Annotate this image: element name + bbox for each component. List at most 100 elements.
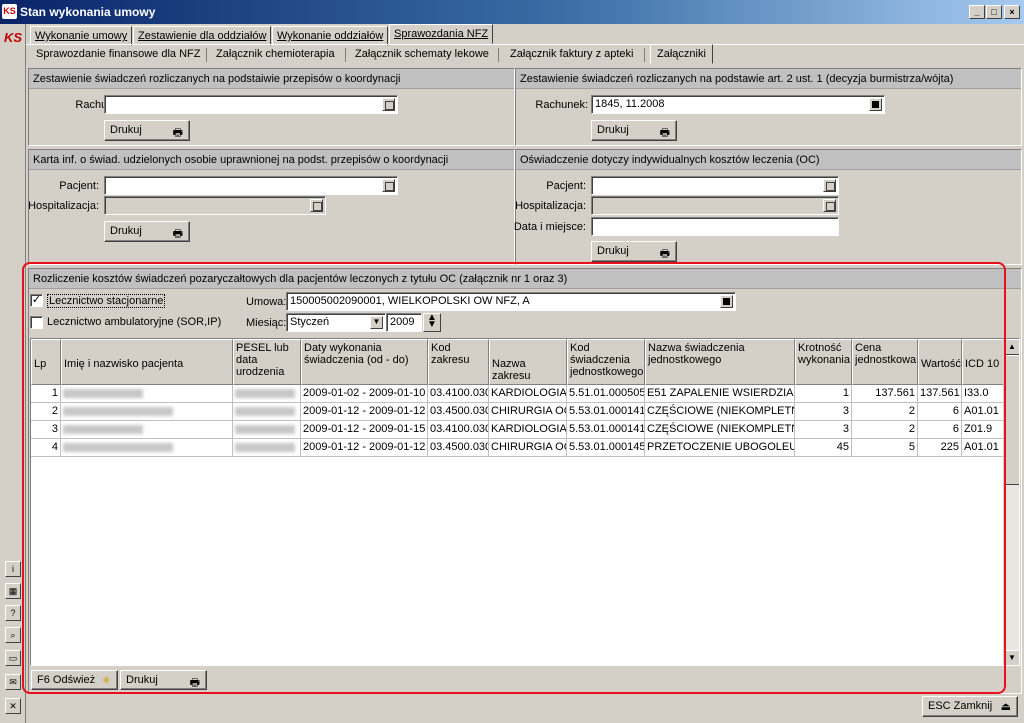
table-cell[interactable]: 5.51.01.000505	[567, 385, 645, 403]
table-cell[interactable]: 5.53.01.000141	[567, 421, 645, 439]
scroll-down-icon[interactable]: ▼	[1004, 650, 1019, 665]
table-cell[interactable]: A01.01	[962, 403, 1005, 421]
subtab-schematy-lekowe[interactable]: Załącznik schematy lekowe	[349, 45, 495, 65]
table-cell[interactable]: E51 ZAPALENIE WSIERDZIA	[645, 385, 795, 403]
table-cell[interactable]: 6	[918, 403, 962, 421]
table-cell[interactable]	[233, 385, 301, 403]
mail-icon[interactable]: ✉	[5, 674, 21, 690]
close-icon[interactable]: ✕	[5, 698, 21, 714]
tab-zestawienie-oddzialow[interactable]: Zestawienie dla oddziałów	[133, 26, 272, 46]
lookup-icon[interactable]	[823, 179, 836, 192]
column-header[interactable]: Kod świadczenia jednostkowego	[567, 339, 645, 385]
miesiac-select[interactable]: Styczeń ▼	[286, 313, 386, 332]
table-cell[interactable]: 2009-01-12 - 2009-01-12	[301, 439, 428, 457]
help-icon[interactable]: ?	[5, 605, 21, 621]
column-header[interactable]: Kod zakresu	[428, 339, 489, 385]
column-header[interactable]: Nazwa zakresu	[489, 339, 567, 385]
vertical-scrollbar[interactable]: ▲ ▼	[1003, 339, 1019, 665]
info-icon[interactable]: i	[5, 561, 21, 577]
table-cell[interactable]: 45	[795, 439, 852, 457]
rachunek-field[interactable]	[104, 95, 398, 114]
print-button[interactable]: Drukuj 🖶	[104, 221, 190, 242]
lookup-icon[interactable]	[720, 295, 733, 308]
table-cell[interactable]: 225	[918, 439, 962, 457]
refresh-button[interactable]: F6 Odśwież ✳	[31, 670, 118, 690]
table-cell[interactable]	[61, 403, 233, 421]
pacjent-field[interactable]	[591, 176, 839, 195]
calculator-icon[interactable]: ▦	[5, 583, 21, 599]
tab-wykonanie-oddzialow[interactable]: Wykonanie oddziałów	[272, 26, 389, 46]
table-cell[interactable]: CHIRURGIA OGÓLNA	[489, 439, 567, 457]
table-cell[interactable]: CZĘŚCIOWE (NIEKOMPLETNE)	[645, 421, 795, 439]
table-cell[interactable]: 2009-01-12 - 2009-01-15	[301, 421, 428, 439]
rachunek-field[interactable]: 1845, 11.2008	[591, 95, 885, 114]
table-cell[interactable]: KARDIOLOGIA	[489, 385, 567, 403]
table-cell[interactable]: 2	[852, 421, 918, 439]
table-cell[interactable]: 03.4100.030	[428, 385, 489, 403]
table-cell[interactable]: 5.53.01.000141	[567, 403, 645, 421]
scroll-thumb[interactable]	[1004, 355, 1019, 485]
table-cell[interactable]: A01.01	[962, 439, 1005, 457]
subtab-faktury-apteki[interactable]: Załącznik faktury z apteki	[504, 45, 640, 65]
table-cell[interactable]: 3	[795, 421, 852, 439]
table-cell[interactable]	[233, 403, 301, 421]
search-icon[interactable]: ⌕	[5, 627, 21, 643]
table-cell[interactable]: 2	[31, 403, 61, 421]
subtab-zalaczniki[interactable]: Załączniki	[650, 44, 713, 64]
lookup-icon[interactable]	[382, 98, 395, 111]
subtab-sprawozdanie-finansowe[interactable]: Sprawozdanie finansowe dla NFZ	[30, 45, 206, 65]
table-cell[interactable]: 2009-01-12 - 2009-01-12	[301, 403, 428, 421]
print-button[interactable]: Drukuj 🖶	[591, 120, 677, 141]
table-cell[interactable]	[61, 421, 233, 439]
table-cell[interactable]: 1	[31, 385, 61, 403]
tab-sprawozdania-nfz[interactable]: Sprawozdania NFZ	[389, 24, 494, 44]
scroll-up-icon[interactable]: ▲	[1004, 339, 1019, 355]
table-cell[interactable]: 3	[795, 403, 852, 421]
close-window-button[interactable]: ×	[1004, 5, 1020, 19]
lookup-icon[interactable]	[823, 199, 836, 212]
table-cell[interactable]: 03.4500.030	[428, 439, 489, 457]
column-header[interactable]: Daty wykonania świadczenia (od - do)	[301, 339, 428, 385]
message-icon[interactable]: ▭	[5, 650, 21, 666]
table-cell[interactable]: PRZETOCZENIE UBOGOLEUKOCYTARNEGO	[645, 439, 795, 457]
column-header[interactable]: Wartość	[918, 339, 962, 385]
column-header[interactable]: PESEL lub data urodzenia	[233, 339, 301, 385]
table-cell[interactable]: 3	[31, 421, 61, 439]
column-header[interactable]: Cena jednostkowa	[852, 339, 918, 385]
column-header[interactable]: Lp	[31, 339, 61, 385]
hospitalizacja-field[interactable]	[104, 196, 326, 215]
esc-close-button[interactable]: ESC Zamknij ⏏	[922, 696, 1018, 717]
rok-field[interactable]: 2009	[386, 313, 422, 332]
table-cell[interactable]	[233, 421, 301, 439]
table-cell[interactable]: 03.4100.030	[428, 421, 489, 439]
table-cell[interactable]: KARDIOLOGIA	[489, 421, 567, 439]
table-cell[interactable]: CZĘŚCIOWE (NIEKOMPLETNE)	[645, 403, 795, 421]
print-grid-button[interactable]: Drukuj 🖶	[120, 670, 207, 690]
table-cell[interactable]	[233, 439, 301, 457]
column-header[interactable]: Imię i nazwisko pacjenta	[61, 339, 233, 385]
subtab-chemioterapia[interactable]: Załącznik chemioterapia	[210, 45, 341, 65]
table-cell[interactable]: Z01.9	[962, 421, 1005, 439]
table-cell[interactable]: 03.4500.030	[428, 403, 489, 421]
table-cell[interactable]: 1	[795, 385, 852, 403]
table-cell[interactable]: 2009-01-02 - 2009-01-10	[301, 385, 428, 403]
pacjent-field[interactable]	[104, 176, 398, 195]
lookup-icon[interactable]	[310, 199, 323, 212]
chk-stacjonarne[interactable]: ✓	[30, 294, 43, 307]
column-header[interactable]: Krotność wykonania	[795, 339, 852, 385]
table-cell[interactable]: 137.561	[852, 385, 918, 403]
umowa-field[interactable]: 150005002090001, WIELKOPOLSKI OW NFZ, A	[286, 292, 736, 311]
print-button[interactable]: Drukuj 🖶	[591, 241, 677, 262]
table-cell[interactable]: 6	[918, 421, 962, 439]
chk-ambulatoryjne[interactable]	[30, 316, 43, 329]
minimize-button[interactable]: _	[969, 5, 985, 19]
data-miejsce-field[interactable]	[591, 217, 839, 236]
table-cell[interactable]: CHIRURGIA OGÓLNA	[489, 403, 567, 421]
table-cell[interactable]: 2	[852, 403, 918, 421]
chevron-down-icon[interactable]: ▼	[370, 316, 383, 329]
table-cell[interactable]	[61, 439, 233, 457]
maximize-button[interactable]: □	[986, 5, 1002, 19]
table-cell[interactable]: 137.561	[918, 385, 962, 403]
print-button[interactable]: Drukuj 🖶	[104, 120, 190, 141]
column-header[interactable]: Nazwa świadczenia jednostkowego	[645, 339, 795, 385]
